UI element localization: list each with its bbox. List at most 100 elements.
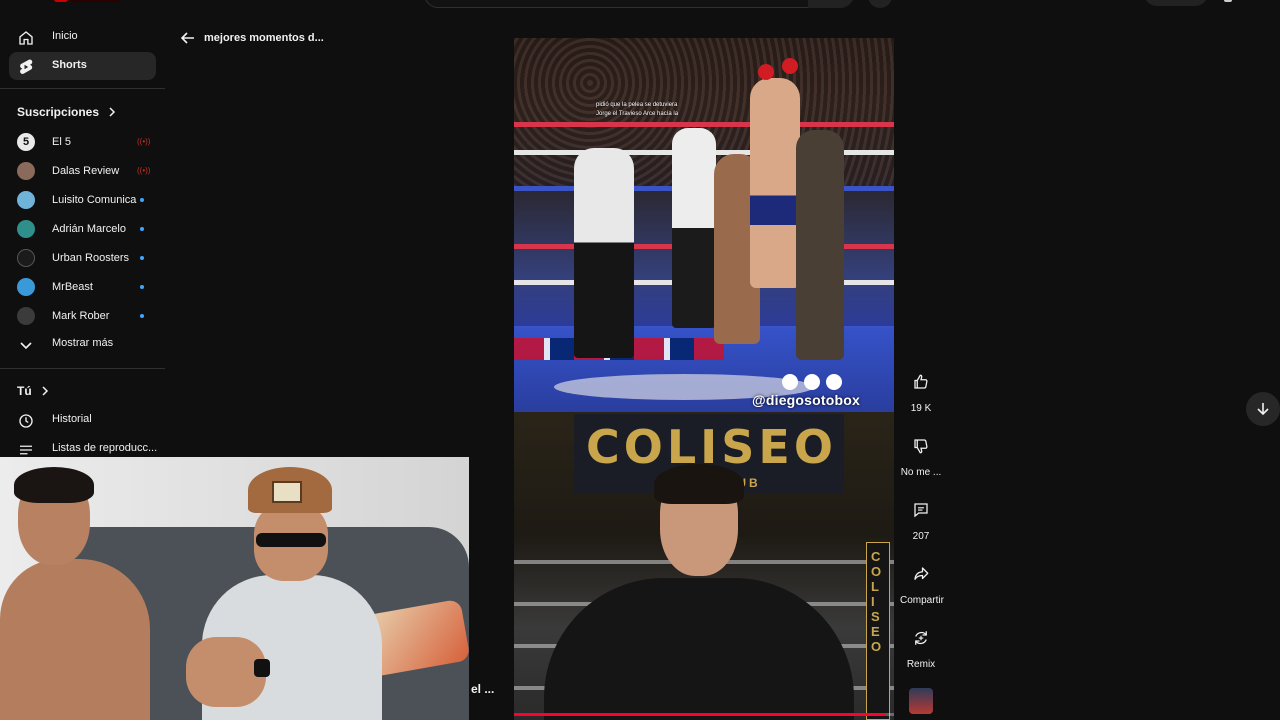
share-label: Compartir — [900, 595, 944, 606]
short-title: mejores momentos d... — [204, 32, 324, 44]
vertical-banner — [866, 542, 890, 720]
subscription-name: Dalas Review — [52, 165, 120, 177]
share-icon — [905, 558, 937, 590]
glasses — [256, 533, 326, 547]
comments-button[interactable]: 207 — [900, 494, 942, 542]
watch — [254, 659, 270, 677]
show-more-label: Mostrar más — [52, 337, 114, 349]
live-icon: ((•)) — [137, 166, 151, 175]
sidebar-item-shorts[interactable]: Shorts — [9, 52, 156, 80]
webcam-overlay — [0, 457, 469, 720]
chevron-right-icon — [109, 107, 116, 117]
divider — [0, 368, 165, 369]
create-button[interactable] — [1144, 0, 1208, 6]
remix-label: Remix — [906, 659, 936, 670]
subscription-dalas-review[interactable]: Dalas Review ((•)) — [9, 158, 156, 184]
dislike-icon — [905, 430, 937, 462]
arrow-down-icon — [1257, 403, 1269, 416]
video-progress-bar[interactable] — [514, 713, 894, 716]
video-caption: pidió que la pelea se detuviera Jorge el… — [596, 101, 678, 119]
subscription-urban-roosters[interactable]: Urban Roosters — [9, 245, 156, 271]
new-content-dot — [140, 314, 144, 318]
streamer-right — [176, 467, 382, 720]
social-icons — [782, 374, 842, 390]
search-input[interactable] — [424, 0, 854, 8]
boxer-celebrating-figure — [750, 78, 800, 288]
boxing-glove — [758, 64, 774, 80]
subscription-name: MrBeast — [52, 281, 93, 293]
caption-line: Jorge el Travieso Arce hacía la — [596, 111, 679, 117]
you-header[interactable]: Tú — [17, 384, 50, 398]
avatar — [17, 249, 35, 267]
streamer-left — [0, 467, 170, 720]
arrow-left-icon — [180, 32, 194, 44]
subscription-el-5[interactable]: 5 El 5 ((•)) — [9, 129, 156, 155]
avatar — [17, 162, 35, 180]
comment-count: 207 — [912, 531, 930, 542]
chevron-right-icon — [42, 386, 48, 396]
dislike-button[interactable]: No me ... — [900, 430, 942, 478]
shorts-video-player[interactable]: pidió que la pelea se detuviera Jorge el… — [514, 38, 894, 720]
sidebar-item-label: Shorts — [52, 59, 87, 71]
new-content-dot — [140, 198, 144, 202]
remix-button[interactable]: Remix — [900, 622, 942, 670]
progress-fill — [514, 713, 887, 716]
subscription-luisito-comunica[interactable]: Luisito Comunica — [9, 187, 156, 213]
sidebar-item-home[interactable]: Inicio — [9, 23, 156, 51]
avatar — [17, 220, 35, 238]
caption-line: pidió que la pelea se detuviera — [596, 102, 678, 108]
voice-search-button[interactable] — [868, 0, 892, 8]
cap-patch — [272, 481, 302, 503]
subscription-name: El 5 — [52, 136, 71, 148]
notifications-icon[interactable] — [1224, 0, 1232, 2]
comment-icon — [905, 494, 937, 526]
top-bar — [0, 0, 1280, 8]
presenter-clip: COLISEO BOX CLUB — [514, 412, 894, 720]
sidebar-item-label: Inicio — [52, 30, 78, 42]
shorts-icon — [17, 58, 35, 76]
referee-figure — [574, 148, 634, 358]
hair — [14, 467, 94, 503]
dislike-label: No me ... — [900, 467, 942, 478]
chevron-down-icon — [17, 336, 35, 354]
overlay-title-fragment: el ... — [471, 682, 495, 696]
sidebar-item-label: Historial — [52, 413, 92, 425]
subscription-name: Adrián Marcelo — [52, 223, 126, 235]
avatar — [17, 191, 35, 209]
boxing-clip: pidió que la pelea se detuviera Jorge el… — [514, 38, 894, 412]
search-button[interactable] — [808, 0, 854, 8]
like-count: 19 K — [910, 403, 932, 414]
subscription-name: Urban Roosters — [52, 252, 130, 264]
boxing-glove — [782, 58, 798, 74]
trainer-figure — [796, 130, 844, 360]
ring-rope — [514, 122, 894, 127]
instagram-icon — [826, 374, 842, 390]
divider — [0, 88, 165, 89]
back-button[interactable]: mejores momentos d... — [180, 30, 324, 46]
like-button[interactable]: 19 K — [900, 366, 942, 414]
avatar — [17, 278, 35, 296]
show-more-button[interactable]: Mostrar más — [9, 330, 156, 358]
creator-avatar[interactable] — [909, 688, 933, 714]
youtube-icon — [782, 374, 798, 390]
avatar: 5 — [17, 133, 35, 151]
home-icon — [17, 29, 35, 47]
subscription-mark-rober[interactable]: Mark Rober — [9, 303, 156, 329]
tiktok-icon — [804, 374, 820, 390]
subscription-name: Mark Rober — [52, 310, 110, 322]
subscriptions-title: Suscripciones — [17, 105, 100, 119]
share-button[interactable]: Compartir — [900, 558, 944, 606]
presenter-hair — [654, 464, 744, 504]
sidebar-item-label: Listas de reproducc... — [52, 442, 158, 454]
torso — [0, 559, 150, 720]
live-icon: ((•)) — [137, 137, 151, 146]
subscription-mrbeast[interactable]: MrBeast — [9, 274, 156, 300]
creator-handle: @diegosotobox — [752, 392, 861, 408]
sidebar-item-history[interactable]: Historial — [9, 406, 156, 434]
new-content-dot — [140, 285, 144, 289]
subscriptions-header[interactable]: Suscripciones — [17, 105, 117, 119]
subscription-adrian-marcelo[interactable]: Adrián Marcelo — [9, 216, 156, 242]
subscription-name: Luisito Comunica — [52, 194, 137, 206]
next-short-button[interactable] — [1246, 392, 1280, 426]
avatar — [17, 307, 35, 325]
